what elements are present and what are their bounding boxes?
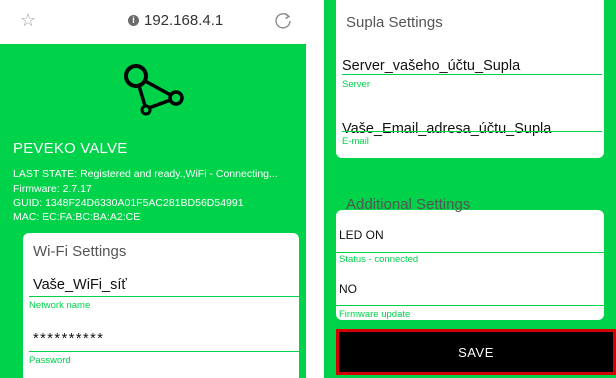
bookmark-star-icon[interactable]: ☆	[20, 10, 36, 31]
additional-settings-card: Additional Settings LED ON Status - conn…	[336, 196, 604, 320]
firmware-text: Firmware: 2.7.17	[13, 183, 92, 195]
supla-settings-title: Supla Settings	[346, 14, 443, 31]
led-status-top-line	[336, 252, 604, 253]
left-screen: ☆ i 192.168.4.1 PEVEKO VALVE LAST STATE:…	[0, 0, 306, 378]
server-label: Server	[342, 79, 370, 90]
guid-text: GUID: 1348F24D6330A01F5AC281BD56D54991	[13, 197, 244, 209]
wifi-settings-title: Wi-Fi Settings	[33, 243, 127, 260]
supla-logo-icon	[124, 64, 184, 116]
firmware-update-select[interactable]: NO	[339, 282, 357, 296]
network-name-underline	[29, 296, 299, 297]
reload-icon[interactable]	[273, 11, 293, 31]
email-underline	[342, 131, 602, 132]
right-screen: Supla Settings Server_vašeho_účtu_Supla …	[324, 0, 616, 378]
network-name-field[interactable]: Vaše_WiFi_síť	[33, 277, 127, 293]
mac-text: MAC: EC:FA:BC:BA:A2:CE	[13, 211, 141, 223]
device-title: PEVEKO VALVE	[13, 140, 128, 157]
wifi-settings-card: Wi-Fi Settings Vaše_WiFi_síť Network nam…	[23, 233, 299, 378]
firmware-update-label: Firmware update	[339, 309, 411, 320]
network-name-label: Network name	[29, 300, 91, 311]
email-label: E-mail	[342, 136, 369, 147]
server-field[interactable]: Server_vašeho_účtu_Supla	[342, 58, 520, 74]
password-field[interactable]: **********	[33, 331, 104, 347]
url-text[interactable]: 192.168.4.1	[144, 12, 223, 29]
firmware-update-line	[336, 305, 604, 306]
last-state-text: LAST STATE: Registered and ready.,WiFi -…	[13, 168, 278, 180]
led-status-label: Status - connected	[339, 254, 419, 265]
supla-settings-card: Supla Settings Server_vašeho_účtu_Supla …	[336, 0, 604, 158]
password-underline	[29, 351, 299, 352]
browser-address-bar: ☆ i 192.168.4.1	[0, 0, 306, 44]
save-button[interactable]: SAVE	[339, 332, 613, 372]
email-field[interactable]: Vaše_Email_adresa_účtu_Supla	[342, 121, 551, 137]
info-icon[interactable]: i	[128, 15, 139, 26]
additional-settings-title: Additional Settings	[346, 196, 471, 213]
server-underline	[342, 74, 602, 75]
led-status-select[interactable]: LED ON	[339, 228, 384, 242]
password-label: Password	[29, 355, 71, 366]
save-button-highlight: SAVE	[336, 329, 616, 375]
